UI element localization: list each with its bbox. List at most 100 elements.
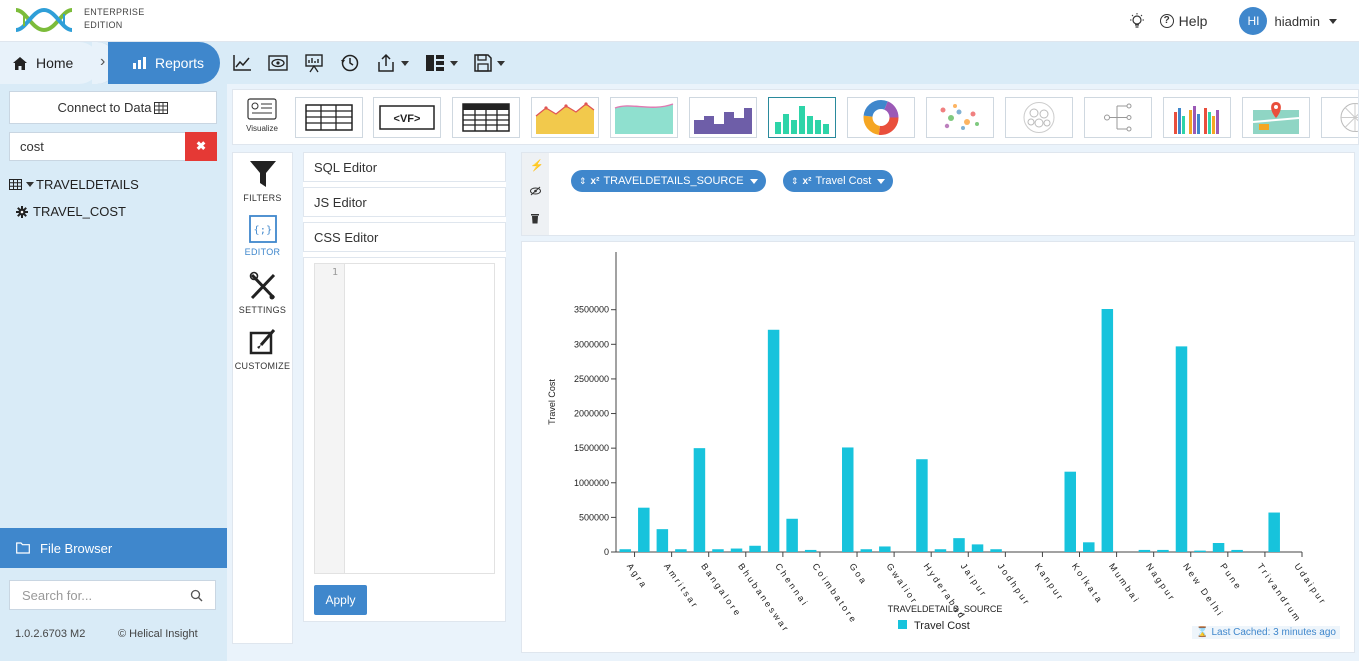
- last-cached-text: Last Cached: 3 minutes ago: [1211, 627, 1336, 638]
- bar: [1138, 549, 1151, 552]
- chevron-right-icon: ›: [100, 53, 106, 70]
- radial-viz-icon: [1340, 103, 1358, 132]
- avatar: HI: [1239, 7, 1268, 35]
- settings-tool[interactable]: SETTINGS: [233, 267, 292, 323]
- helical-logo: [15, 7, 73, 33]
- viz-area-line[interactable]: [531, 97, 599, 138]
- bar: [1157, 549, 1169, 552]
- clear-search-button[interactable]: ✖: [185, 132, 217, 161]
- tree-viz-icon: [1104, 103, 1132, 132]
- code-icon: {;}: [248, 215, 277, 243]
- viz-step[interactable]: [689, 97, 757, 138]
- bar: [1101, 309, 1114, 552]
- connect-label: Connect to Data: [57, 100, 152, 115]
- bar: [1194, 550, 1206, 552]
- help-link[interactable]: ? Help: [1159, 13, 1207, 29]
- viz-donut[interactable]: [847, 97, 915, 138]
- folder-icon: [16, 542, 30, 554]
- field-search-input[interactable]: cost ✖: [9, 132, 217, 161]
- version-label: 1.0.2.6703 M2: [15, 628, 86, 640]
- field-pill-travel-cost[interactable]: ⇕ x² Travel Cost: [783, 170, 894, 192]
- chevron-down-icon: [1329, 18, 1337, 24]
- share-tool[interactable]: [376, 53, 409, 73]
- breadcrumb-reports[interactable]: Reports: [108, 42, 220, 84]
- bar: [1175, 346, 1188, 552]
- pill-symbol: x²: [590, 175, 600, 187]
- sort-icon: ⇕: [579, 175, 587, 186]
- trash-icon[interactable]: [530, 213, 540, 227]
- history-tool[interactable]: [340, 53, 360, 73]
- x-tick-label: Mumbai: [1107, 561, 1142, 605]
- layout-icon: [426, 55, 444, 71]
- file-search-input[interactable]: Search for...: [9, 580, 216, 610]
- legend-swatch: [898, 620, 907, 629]
- save-icon: [474, 54, 492, 72]
- js-editor-tab[interactable]: JS Editor: [303, 187, 506, 217]
- apply-button[interactable]: Apply: [314, 585, 367, 615]
- bar: [860, 549, 873, 552]
- y-axis-label: Travel Cost: [547, 379, 557, 425]
- lightning-icon[interactable]: ⚡: [530, 159, 544, 172]
- layout-tool[interactable]: [425, 54, 458, 72]
- save-tool[interactable]: [474, 54, 505, 72]
- file-browser-button[interactable]: File Browser: [0, 528, 227, 568]
- help-icon: ?: [1159, 14, 1174, 28]
- sql-editor-tab[interactable]: SQL Editor: [303, 152, 506, 182]
- chevron-down-icon: [497, 60, 505, 66]
- editor-tool[interactable]: {;} EDITOR: [233, 211, 292, 267]
- presentation-tool[interactable]: [304, 53, 324, 73]
- viz-scatter[interactable]: [926, 97, 994, 138]
- x-tick-label: Kolkata: [1070, 561, 1105, 606]
- viz-grid[interactable]: [452, 97, 520, 138]
- history-icon: [341, 54, 359, 72]
- editor-column: SQL Editor JS Editor CSS Editor 1 Apply: [303, 152, 506, 622]
- viz-tree[interactable]: [1084, 97, 1152, 138]
- viz-bar[interactable]: [768, 97, 836, 138]
- customize-icon: [249, 329, 275, 355]
- last-cached-label: ⌛ Last Cached: 3 minutes ago: [1192, 626, 1340, 639]
- viz-grouped-bar[interactable]: [1163, 97, 1231, 138]
- preview-tool[interactable]: [268, 54, 288, 72]
- x-tick-label: Pune: [1218, 561, 1244, 592]
- x-tick-label: Udaipur: [1292, 561, 1328, 607]
- css-code-editor[interactable]: 1: [314, 263, 495, 574]
- viz-custom-vf[interactable]: <VF>: [373, 97, 441, 138]
- tree-item-field[interactable]: TRAVEL_COST: [16, 204, 126, 219]
- customize-tool[interactable]: CUSTOMIZE: [233, 323, 292, 379]
- hide-icon[interactable]: [530, 186, 541, 199]
- viz-radial[interactable]: [1321, 97, 1358, 138]
- tree-item-table[interactable]: TRAVELDETAILS: [9, 177, 139, 192]
- edition-label: ENTERPRISE EDITION: [84, 6, 145, 32]
- map-viz-icon: [1252, 102, 1300, 134]
- field-pill-source[interactable]: ⇕ x² TRAVELDETAILS_SOURCE: [571, 170, 766, 192]
- viz-bubble[interactable]: [1005, 97, 1073, 138]
- lightbulb-icon[interactable]: [1128, 12, 1146, 30]
- wrench-icon: [249, 271, 275, 300]
- y-tick-label: 3000000: [574, 339, 609, 349]
- line-chart-icon: [233, 55, 251, 71]
- viz-area[interactable]: [610, 97, 678, 138]
- visualize-button[interactable]: Visualize: [241, 98, 283, 142]
- area-line-viz-icon: [535, 102, 595, 134]
- file-browser-label: File Browser: [40, 540, 113, 556]
- css-editor-tab[interactable]: CSS Editor: [303, 222, 506, 252]
- viz-table[interactable]: [295, 97, 363, 138]
- table-name: TRAVELDETAILS: [36, 177, 139, 192]
- grid-viz-icon: [462, 103, 510, 132]
- breadcrumb-home[interactable]: Home: [0, 42, 100, 84]
- visualization-strip: Visualize <VF>: [232, 89, 1359, 145]
- x-tick-label: Gwalior: [884, 561, 920, 606]
- bar: [804, 549, 817, 552]
- chevron-down-icon: [749, 178, 758, 184]
- username: hiadmin: [1274, 13, 1320, 29]
- x-tick-label: Jaipur: [959, 561, 990, 599]
- filters-tool[interactable]: FILTERS: [233, 155, 292, 211]
- connect-to-data-button[interactable]: Connect to Data: [9, 91, 217, 124]
- bar-chart: 0 500000 1000000 1500000 2000000 2500000 30000…: [547, 252, 1329, 635]
- chevron-down-icon: [401, 60, 409, 66]
- line-chart-tool[interactable]: [232, 54, 252, 72]
- field-tools: ⚡: [522, 153, 549, 235]
- user-menu[interactable]: HI hiadmin: [1239, 7, 1337, 35]
- viz-map[interactable]: [1242, 97, 1310, 138]
- x-tick-label: Amritsar: [662, 561, 701, 611]
